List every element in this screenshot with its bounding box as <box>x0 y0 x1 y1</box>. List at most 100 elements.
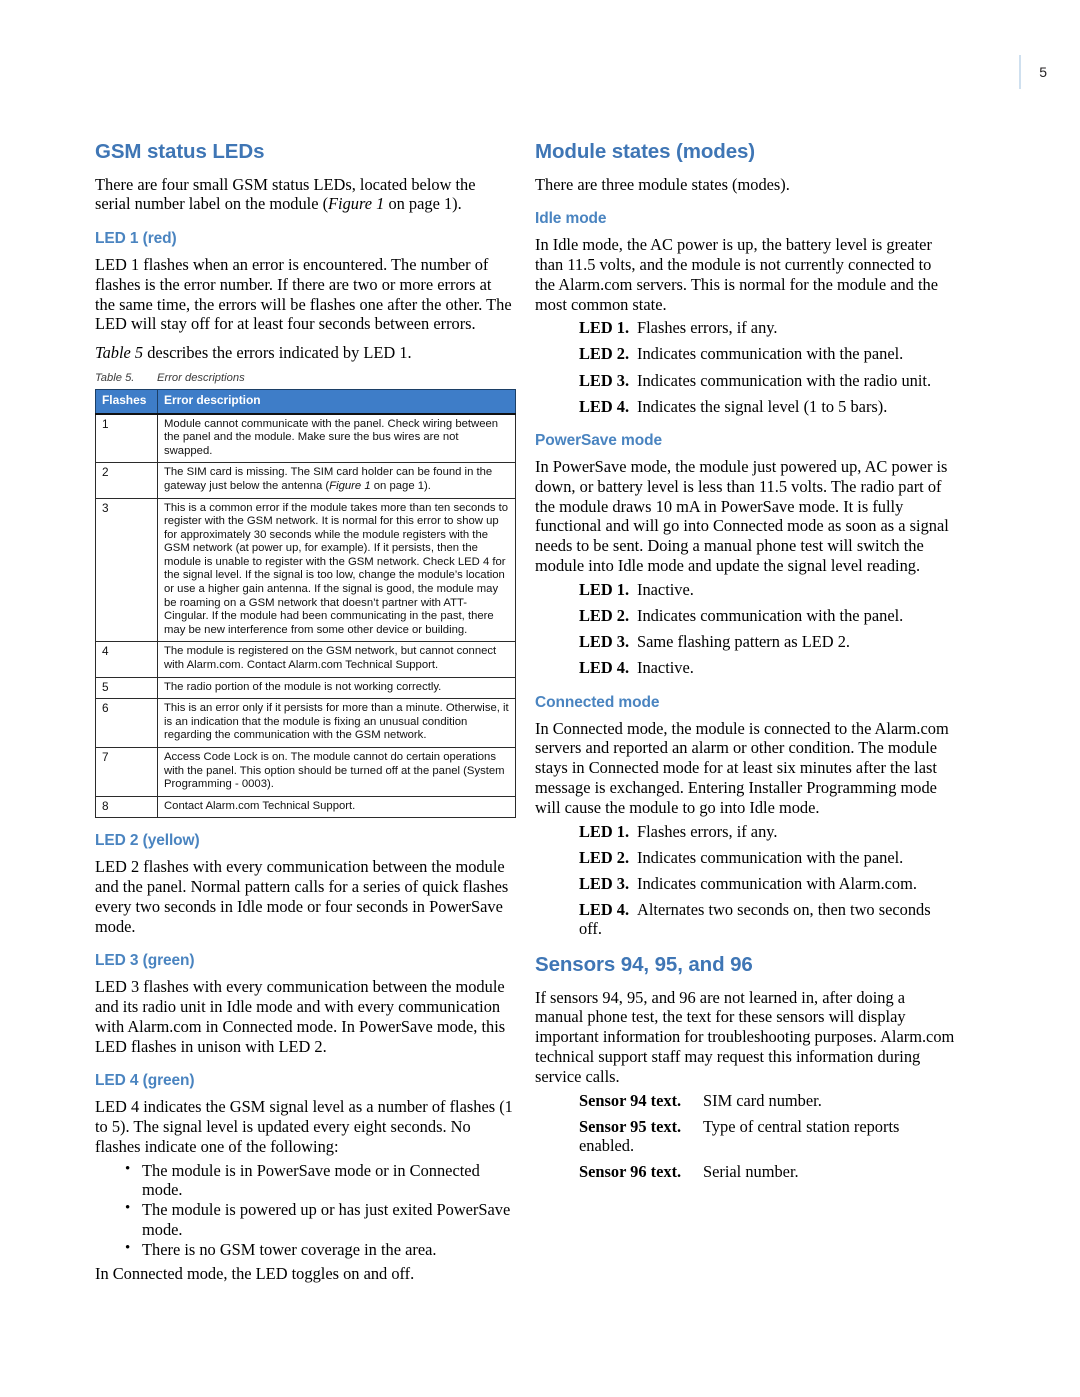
cell-flashes: 8 <box>95 795 158 819</box>
table-5-reference-paragraph: Table 5 describes the errors indicated b… <box>95 343 515 363</box>
section-heading-gsm-status-leds: GSM status LEDs <box>95 140 265 163</box>
led-label: LED 4. <box>579 899 630 919</box>
led-label: LED 4. <box>579 396 630 416</box>
led-label: LED 3. <box>579 873 630 893</box>
left-column: GSM status LEDs There are four small GSM… <box>95 140 516 1292</box>
page-number: 5 <box>1039 64 1047 80</box>
led-label: LED 2. <box>579 344 630 364</box>
led-label: LED 1. <box>579 821 630 841</box>
subheading-powersave-mode: PowerSave mode <box>535 432 662 450</box>
table-row: 3 This is a common error if the module t… <box>95 497 516 643</box>
led-label: LED 3. <box>579 370 630 390</box>
led-description: Indicates communication with the panel. <box>637 605 904 625</box>
table-reference-rest: describes the errors indicated by LED 1. <box>143 343 412 363</box>
subheading-led-1: LED 1 (red) <box>95 230 177 248</box>
led-label: LED 1. <box>579 318 630 338</box>
cell-flashes: 7 <box>95 747 158 797</box>
led-4-closing-paragraph: In Connected mode, the LED toggles on an… <box>95 1263 415 1283</box>
list-item: There is no GSM tower coverage in the ar… <box>125 1239 515 1260</box>
cell-flashes: 5 <box>95 676 158 700</box>
led-description: Indicates the signal level (1 to 5 bars)… <box>637 396 888 416</box>
subheading-connected-mode: Connected mode <box>535 693 660 711</box>
subheading-led-4: LED 4 (green) <box>95 1072 195 1090</box>
led-description: Indicates communication with the panel. <box>637 847 904 867</box>
led-label: LED 2. <box>579 847 630 867</box>
table-row: 2 The SIM card is missing. The SIM card … <box>95 462 516 499</box>
list-item: The module is in PowerSave mode or in Co… <box>125 1160 515 1200</box>
led-definition: LED 1. Flashes errors, if any. <box>535 318 955 338</box>
figure-reference: Figure 1 <box>329 479 371 492</box>
led-description: Indicates communication with the radio u… <box>637 370 932 390</box>
cell-flashes: 6 <box>95 698 158 749</box>
sensor-definition: Sensor 95 text. Type of central station r… <box>535 1117 955 1156</box>
led-definition: LED 4. Indicates the signal level (1 to 5… <box>535 397 955 417</box>
led-label: LED 4. <box>579 658 630 678</box>
led-description: Flashes errors, if any. <box>637 821 778 841</box>
section-heading-module-states: Module states (modes) <box>535 140 756 163</box>
led-description: Indicates communication with the panel. <box>637 344 904 364</box>
right-column: Module states (modes) There are three mo… <box>535 140 955 1188</box>
sensors-paragraph: If sensors 94, 95, and 96 are not learne… <box>535 987 955 1086</box>
led-definition: LED 2. Indicates communication with the p… <box>535 344 955 364</box>
subheading-led-2: LED 2 (yellow) <box>95 832 200 850</box>
sensor-label: Sensor 94 text. <box>579 1090 682 1110</box>
table-row: 6 This is an error only if it persists f… <box>95 698 516 749</box>
table-reference: Table 5 <box>95 343 144 363</box>
led-definition: LED 3. Indicates communication with the r… <box>535 371 955 391</box>
led-description: Inactive. <box>637 658 694 678</box>
table-caption-title: Error descriptions <box>157 371 245 384</box>
led-label: LED 3. <box>579 632 630 652</box>
led-description: Indicates communication with Alarm.com. <box>637 873 917 893</box>
cell-error-description: Module cannot communicate with the panel… <box>157 413 516 464</box>
sensor-description: SIM card number. <box>703 1090 822 1110</box>
figure-reference: Figure 1 <box>328 194 385 214</box>
sensor-definition: Sensor 96 text. Serial number. <box>535 1162 955 1182</box>
led-description: Same flashing pattern as LED 2. <box>637 632 851 652</box>
cell-error-description: The module is registered on the GSM netw… <box>157 641 516 678</box>
list-item: The module is powered up or has just exi… <box>125 1199 515 1239</box>
led-definition: LED 3. Same flashing pattern as LED 2. <box>535 632 955 652</box>
sensor-definition: Sensor 94 text. SIM card number. <box>535 1091 955 1111</box>
cell-flashes: 2 <box>95 462 158 499</box>
subheading-idle-mode: Idle mode <box>535 210 607 228</box>
led-definition: LED 2. Indicates communication with the p… <box>535 848 955 868</box>
table-caption: Table 5. Error descriptions <box>95 372 515 384</box>
folio-divider <box>1019 55 1022 89</box>
table-header-row: Flashes Error description <box>95 388 516 415</box>
led-4-bullet-list: The module is in PowerSave mode or in Co… <box>95 1160 515 1260</box>
cell-error-description: This is an error only if it persists for… <box>157 698 516 749</box>
folio: 5 <box>1019 52 1047 92</box>
led-definition: LED 2. Indicates communication with the p… <box>535 606 955 626</box>
table-row: 1 Module cannot communicate with the pan… <box>95 413 516 464</box>
table-row: 7 Access Code Lock is on. The module can… <box>95 747 516 797</box>
page-header: 5 <box>0 52 1080 92</box>
cell-flashes: 3 <box>95 497 158 643</box>
cell-error-description: This is a common error if the module tak… <box>157 497 516 643</box>
cell-error-description: The radio portion of the module is not w… <box>157 676 516 700</box>
gsm-status-intro-paragraph: There are four small GSM status LEDs, lo… <box>95 175 515 215</box>
table-row: 4 The module is registered on the GSM ne… <box>95 641 516 678</box>
intro-text-b: on page 1). <box>384 194 462 214</box>
sensor-label: Sensor 96 text. <box>579 1162 682 1182</box>
powersave-mode-led-list: LED 1. Inactive. LED 2. Indicates communic… <box>535 580 955 678</box>
section-heading-sensors: Sensors 94, 95, and 96 <box>535 952 753 976</box>
cell-flashes: 1 <box>95 413 158 464</box>
idle-mode-led-list: LED 1. Flashes errors, if any. LED 2. Indi… <box>535 318 955 416</box>
led-4-paragraph: LED 4 indicates the GSM signal level as … <box>95 1097 513 1156</box>
led-definition: LED 1. Inactive. <box>535 580 955 600</box>
cell-text-b: on page 1). <box>370 479 431 492</box>
led-description: Flashes errors, if any. <box>637 318 778 338</box>
table-row: 8 Contact Alarm.com Technical Support. <box>95 795 516 819</box>
connected-mode-led-list: LED 1. Flashes errors, if any. LED 2. Indi… <box>535 822 955 939</box>
table-caption-number: Table 5. <box>95 371 135 384</box>
led-description: Inactive. <box>637 579 694 599</box>
led-1-paragraph: LED 1 flashes when an error is encounter… <box>95 254 512 334</box>
sensor-label: Sensor 95 text. <box>579 1116 682 1136</box>
connected-mode-paragraph: In Connected mode, the module is connect… <box>535 718 949 817</box>
cell-error-description: Access Code Lock is on. The module canno… <box>157 747 516 797</box>
idle-mode-paragraph: In Idle mode, the AC power is up, the ba… <box>535 235 938 314</box>
table-row: 5 The radio portion of the module is not… <box>95 676 516 700</box>
powersave-mode-paragraph: In PowerSave mode, the module just power… <box>535 457 949 576</box>
subheading-led-3: LED 3 (green) <box>95 952 195 970</box>
led-label: LED 2. <box>579 605 630 625</box>
